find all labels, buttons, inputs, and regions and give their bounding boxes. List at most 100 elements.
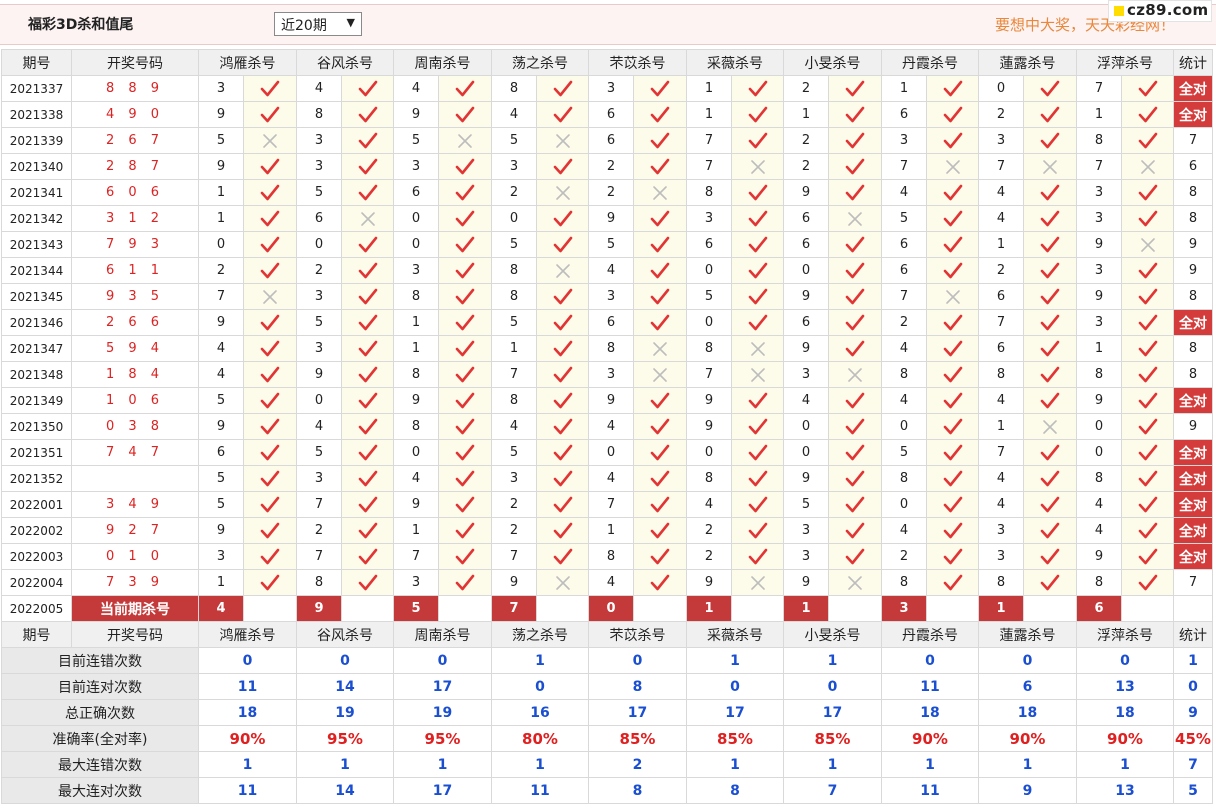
correct-count: 8 xyxy=(1173,205,1213,232)
summary-value: 16 xyxy=(491,699,589,726)
correct-mark xyxy=(731,491,784,518)
check-icon xyxy=(1138,262,1157,278)
kill-pick: 3 xyxy=(296,465,342,492)
kill-pick: 8 xyxy=(491,387,537,414)
wrong-mark xyxy=(731,361,784,388)
correct-mark xyxy=(633,569,687,596)
check-icon xyxy=(455,184,475,200)
header-expert: 采薇杀号 xyxy=(686,621,784,648)
kill-pick: 5 xyxy=(198,127,244,154)
table-row: 2021343 7 9 300055666199 xyxy=(1,231,1213,258)
kill-pick: 7 xyxy=(978,309,1024,336)
check-icon xyxy=(943,444,962,460)
check-icon xyxy=(1138,444,1157,460)
correct-mark xyxy=(438,75,492,102)
summary-row: 准确率(全对率) 90% 95% 95% 80% 85% 85% 85% 90% 90% 90% 45… xyxy=(1,725,1213,752)
kill-pick: 3 xyxy=(491,465,537,492)
issue-number: 2021342 xyxy=(1,205,72,232)
kill-pick: 4 xyxy=(588,413,634,440)
correct-mark xyxy=(243,101,297,128)
summary-stat: 5 xyxy=(1173,777,1213,804)
correct-mark xyxy=(926,439,979,466)
issue-number: 2021346 xyxy=(1,309,72,336)
correct-mark xyxy=(438,387,492,414)
check-icon xyxy=(650,158,670,174)
kill-pick: 7 xyxy=(686,127,732,154)
table-row: 2021344 6 1 122384006239 xyxy=(1,257,1213,284)
table-row: 2021340 2 8 79 3 3 3 2 7 2 7 7 7 6 xyxy=(1,153,1213,180)
kill-pick: 4 xyxy=(198,361,244,388)
check-icon xyxy=(1138,470,1157,486)
kill-pick: 4 xyxy=(588,465,634,492)
kill-pick: 1 xyxy=(978,413,1024,440)
kill-pick: 1 xyxy=(588,517,634,544)
wrong-mark xyxy=(1023,413,1077,440)
kill-pick: 5 xyxy=(881,205,927,232)
page-title: 福彩3D杀和值尾 xyxy=(28,17,134,33)
kill-pick: 2 xyxy=(296,517,342,544)
summary-value: 9 xyxy=(978,777,1077,804)
kill-pick: 9 xyxy=(783,179,829,206)
kill-pick: 0 xyxy=(881,413,927,440)
check-icon xyxy=(650,288,670,304)
kill-pick: 5 xyxy=(881,439,927,466)
correct-mark xyxy=(828,127,882,154)
cross-icon xyxy=(555,575,570,590)
check-icon xyxy=(943,366,962,382)
check-icon xyxy=(358,392,377,408)
cross-icon xyxy=(458,133,472,148)
check-icon xyxy=(455,236,475,252)
check-icon xyxy=(455,522,475,538)
correct-mark xyxy=(633,283,687,310)
correct-mark xyxy=(438,413,492,440)
correct-count: 8 xyxy=(1173,283,1213,310)
drawn-number: 5 9 4 xyxy=(71,335,199,362)
wrong-mark xyxy=(926,153,979,180)
wrong-mark xyxy=(1121,231,1174,258)
kill-pick: 9 xyxy=(588,387,634,414)
correct-mark xyxy=(243,439,297,466)
kill-pick: 4 xyxy=(588,569,634,596)
period-range-select[interactable]: 近20期 ▼ xyxy=(274,12,362,36)
correct-mark xyxy=(341,465,394,492)
summary-value: 17 xyxy=(393,673,492,700)
check-icon xyxy=(748,262,767,278)
correct-count: 8 xyxy=(1173,179,1213,206)
correct-mark xyxy=(1121,283,1174,310)
kill-pick: 4 xyxy=(978,205,1024,232)
kill-pick: 2 xyxy=(881,309,927,336)
check-icon xyxy=(650,210,670,226)
kill-pick: 0 xyxy=(198,231,244,258)
kill-pick: 4 xyxy=(881,387,927,414)
summary-value: 8 xyxy=(588,673,687,700)
all-correct-badge: 全对 xyxy=(1173,387,1213,414)
correct-mark xyxy=(926,205,979,232)
site-logo[interactable]: cz89.com xyxy=(1108,0,1212,22)
correct-mark xyxy=(731,309,784,336)
check-icon xyxy=(943,522,962,538)
header-issue: 期号 xyxy=(1,49,72,76)
check-icon xyxy=(650,262,670,278)
correct-mark xyxy=(633,413,687,440)
check-icon xyxy=(1138,392,1157,408)
correct-mark xyxy=(1023,101,1077,128)
kill-pick: 1 xyxy=(198,569,244,596)
kill-pick: 6 xyxy=(393,179,439,206)
table-row: 2021345 9 3 573883597698 xyxy=(1,283,1213,310)
check-icon xyxy=(358,158,377,174)
kill-pick: 1 xyxy=(491,335,537,362)
correct-mark xyxy=(536,75,589,102)
check-icon xyxy=(943,418,962,434)
all-correct-badge: 全对 xyxy=(1173,491,1213,518)
top-bar: 福彩3D杀和值尾 近20期 ▼ 要想中大奖，天天彩经网！ xyxy=(0,4,1216,45)
check-icon xyxy=(650,80,670,96)
summary-row: 目前连对次数 11 14 17 0 8 0 0 11 6 13 0 xyxy=(1,673,1213,700)
kill-pick: 6 xyxy=(783,231,829,258)
page: 福彩3D杀和值尾 近20期 ▼ 要想中大奖，天天彩经网！ cz89.com 期号… xyxy=(0,0,1216,809)
cross-icon xyxy=(848,575,862,590)
correct-mark xyxy=(633,491,687,518)
check-icon xyxy=(358,132,377,148)
correct-mark xyxy=(243,387,297,414)
check-icon xyxy=(260,262,280,278)
all-correct-badge: 全对 xyxy=(1173,439,1213,466)
